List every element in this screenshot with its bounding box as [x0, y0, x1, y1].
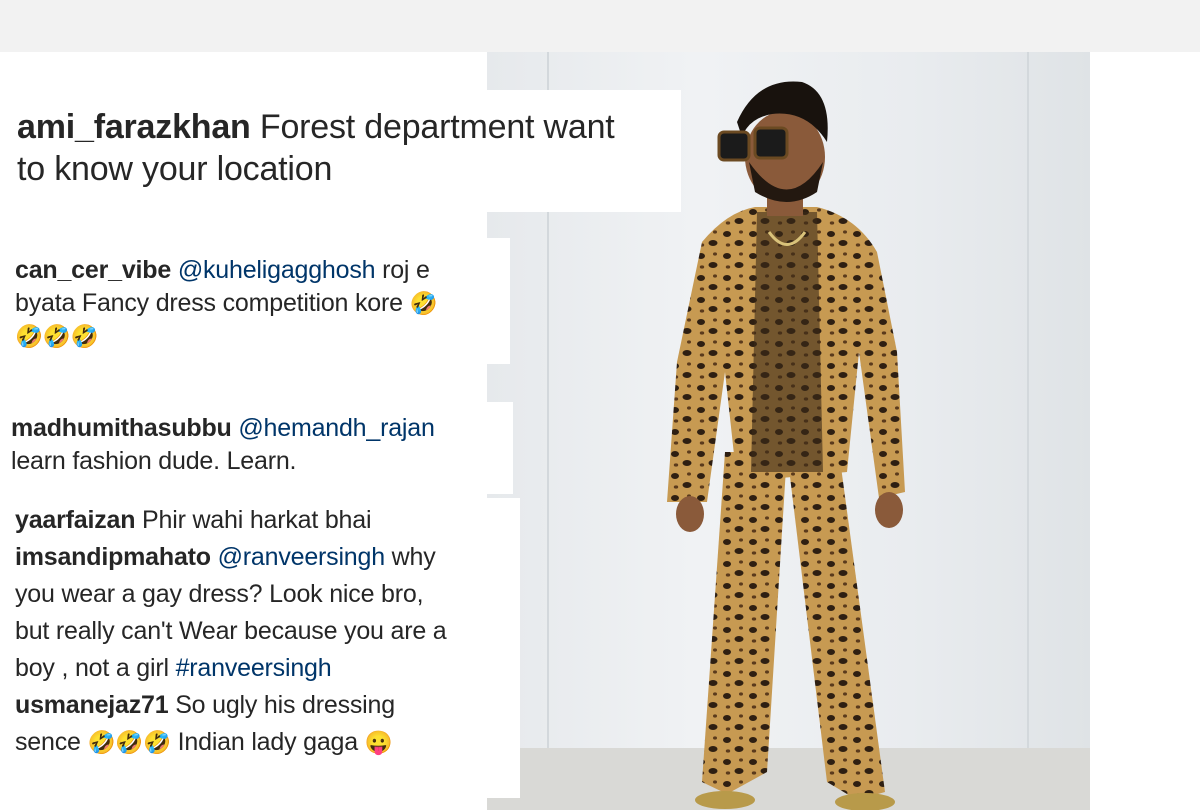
comment-card: ami_farazkhan Forest department want to …	[5, 90, 681, 212]
rofl-emoji-icon: 🤣	[409, 291, 438, 316]
rofl-emoji-icon: 🤣🤣🤣	[15, 324, 99, 349]
left-leg	[702, 452, 787, 794]
comment-text: sence	[15, 728, 81, 756]
comment-text: to know your location	[17, 150, 333, 188]
right-leg	[787, 452, 885, 800]
comment-text: Indian lady gaga	[177, 728, 358, 756]
comment-mention[interactable]: @hemandh_rajan	[238, 414, 435, 442]
comment-text: So ugly his dressing	[175, 691, 395, 719]
top-margin	[0, 0, 1200, 52]
comment-username[interactable]: imsandipmahato	[15, 543, 211, 571]
comment-card: can_cer_vibe @kuheligagghosh roj e byata…	[5, 238, 510, 364]
comment-hashtag[interactable]: #ranveersingh	[176, 654, 332, 682]
comment-mention[interactable]: @ranveersingh	[218, 543, 386, 571]
comment-group: yaarfaizan Phir wahi harkat bhai imsandi…	[5, 498, 520, 798]
comment-text: Phir wahi harkat bhai	[142, 506, 372, 534]
comment-text: byata Fancy dress competition kore	[15, 289, 403, 317]
comment-username[interactable]: madhumithasubbu	[11, 414, 232, 442]
comment-username[interactable]: can_cer_vibe	[15, 256, 171, 284]
comment-text: why	[391, 543, 436, 571]
right-margin	[1090, 52, 1200, 810]
comment-card: madhumithasubbu @hemandh_rajan learn fas…	[5, 402, 513, 494]
comment-text: learn fashion dude. Learn.	[11, 447, 297, 475]
comment-text: roj e	[382, 256, 430, 284]
comment-username[interactable]: usmanejaz71	[15, 691, 169, 719]
comment-mention[interactable]: @kuheligagghosh	[178, 256, 376, 284]
comment-text: boy , not a girl	[15, 654, 169, 682]
comment-text: but really can't Wear because you are a	[15, 617, 447, 645]
comment-text: you wear a gay dress? Look nice bro,	[15, 580, 424, 608]
comment-username[interactable]: yaarfaizan	[15, 506, 135, 534]
rofl-emoji-icon: 🤣🤣🤣	[87, 730, 171, 755]
comment-username[interactable]: ami_farazkhan	[17, 108, 251, 146]
tongue-emoji-icon: 😛	[364, 730, 393, 755]
comment-text: Forest department want	[259, 108, 615, 146]
